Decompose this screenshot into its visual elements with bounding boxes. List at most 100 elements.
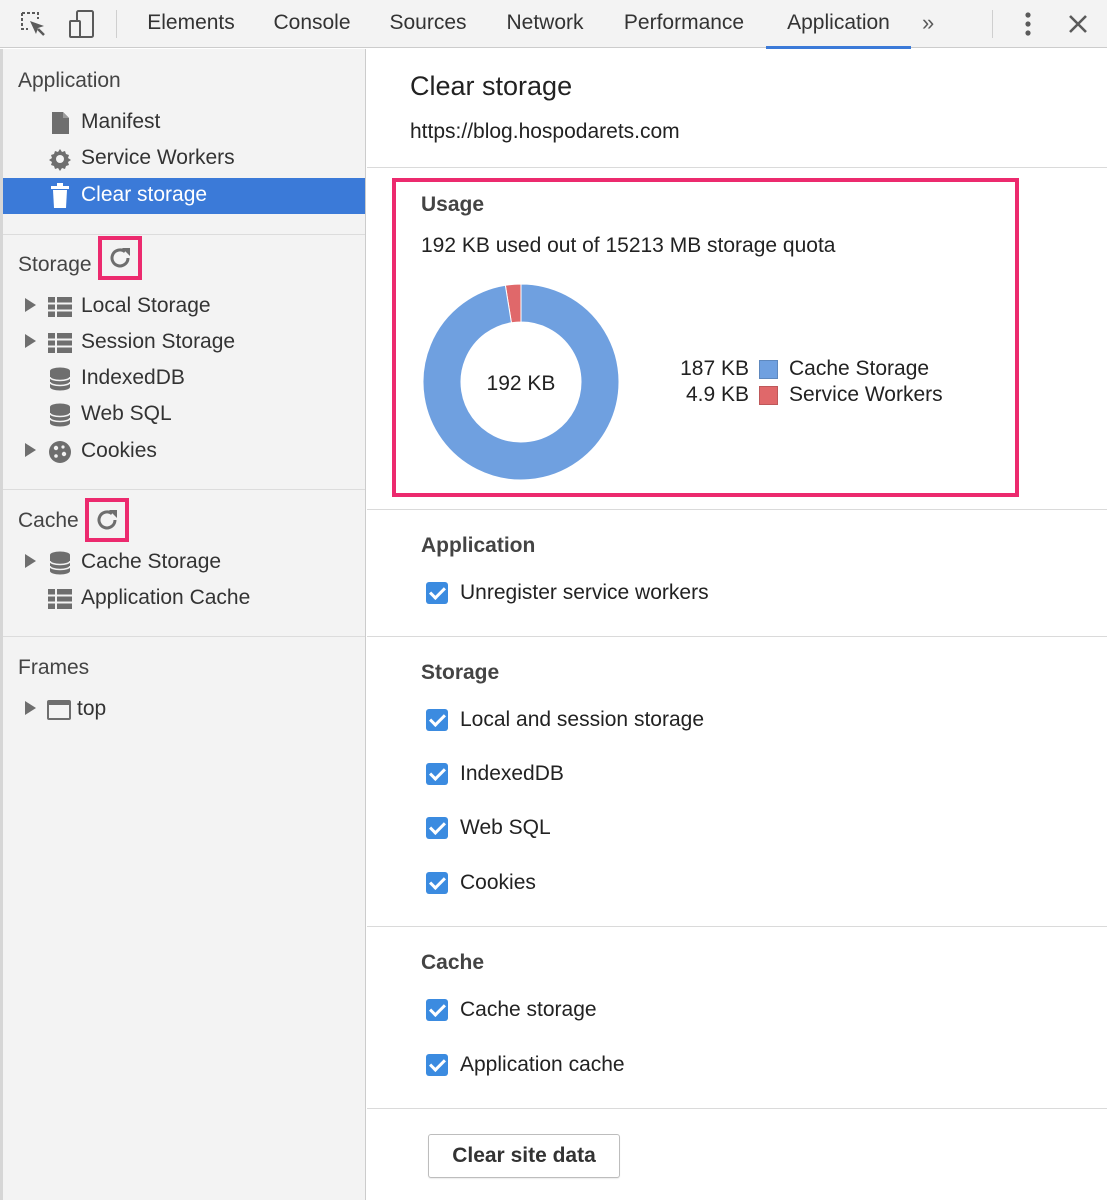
checkbox-label: Unregister service workers [460, 581, 709, 604]
donut-center-label: 192 KB [487, 372, 556, 395]
device-toolbar-icon[interactable] [66, 8, 98, 40]
legend-label-service-workers: Service Workers [789, 383, 943, 406]
toolbar-separator [992, 10, 993, 38]
sidebar-item-label: Service Workers [81, 146, 235, 169]
database-icon [48, 403, 72, 427]
checkbox-checked-icon[interactable] [426, 1054, 448, 1076]
checkbox-checked-icon[interactable] [426, 872, 448, 894]
cache-refresh-button[interactable] [85, 498, 129, 542]
page-title: Clear storage [410, 71, 573, 101]
tab-elements[interactable]: Elements [132, 0, 250, 48]
legend-label-cache-storage: Cache Storage [789, 357, 930, 380]
sidebar-section-frames: Frames [18, 656, 90, 679]
document-icon [48, 111, 72, 135]
web-sql-checkbox[interactable]: Web SQL [426, 813, 551, 843]
sidebar-item-web-sql[interactable]: Web SQL [3, 397, 365, 433]
inspect-element-icon[interactable] [17, 8, 49, 40]
clear-site-data-button[interactable]: Clear site data [428, 1134, 620, 1178]
expand-arrow-icon[interactable] [25, 554, 36, 568]
cookies-checkbox[interactable]: Cookies [426, 868, 536, 898]
tab-network[interactable]: Network [492, 0, 598, 48]
checkbox-label: Application cache [460, 1053, 625, 1076]
usage-donut-chart: 192 KB [422, 283, 620, 481]
sidebar-item-label: Application Cache [81, 586, 251, 609]
database-icon [48, 551, 72, 575]
section-divider [367, 167, 1107, 168]
indexeddb-checkbox[interactable]: IndexedDB [426, 759, 564, 789]
sidebar-section-cache: Cache [18, 509, 79, 532]
table-icon [48, 295, 72, 319]
database-icon [48, 367, 72, 391]
sidebar-item-label: IndexedDB [81, 366, 185, 389]
sidebar-item-label: Clear storage [81, 183, 208, 206]
section-divider [367, 636, 1107, 637]
legend-value-service-workers: 4.9 KB [685, 383, 749, 406]
sidebar-item-label: Session Storage [81, 330, 236, 353]
expand-arrow-icon[interactable] [25, 701, 36, 715]
frame-icon [47, 698, 71, 722]
sidebar-item-cookies[interactable]: Cookies [3, 434, 365, 470]
checkbox-label: Cache storage [460, 998, 597, 1021]
sidebar-section-storage: Storage [18, 253, 92, 276]
refresh-icon [97, 510, 117, 530]
more-tabs-icon[interactable]: » [922, 10, 934, 36]
kebab-menu-icon[interactable] [1012, 8, 1044, 40]
checkbox-checked-icon[interactable] [426, 582, 448, 604]
application-section-title: Application [421, 534, 536, 557]
close-icon[interactable] [1062, 8, 1094, 40]
sidebar-item-application-cache[interactable]: Application Cache [3, 581, 365, 617]
tab-console[interactable]: Console [260, 0, 364, 48]
sidebar-item-label: Local Storage [81, 294, 211, 317]
checkbox-checked-icon[interactable] [426, 817, 448, 839]
devtools-toolbar: Elements Console Sources Network Perform… [0, 0, 1107, 49]
sidebar-item-label: Manifest [81, 110, 161, 133]
sidebar-item-label: Web SQL [81, 402, 172, 425]
section-divider [367, 926, 1107, 927]
sidebar-item-service-workers[interactable]: Service Workers [3, 141, 365, 177]
sidebar-item-clear-storage[interactable]: Clear storage [3, 178, 365, 214]
sidebar-item-manifest[interactable]: Manifest [3, 105, 365, 141]
storage-section-title: Storage [421, 661, 500, 684]
storage-refresh-button[interactable] [98, 236, 142, 280]
usage-title: Usage [421, 193, 485, 216]
tab-application[interactable]: Application [766, 0, 911, 49]
checkbox-label: Cookies [460, 871, 536, 894]
sidebar: Application Manifest Service Workers Cle… [0, 49, 366, 1200]
expand-arrow-icon[interactable] [25, 298, 36, 312]
tab-performance[interactable]: Performance [610, 0, 758, 48]
trash-icon [48, 183, 72, 208]
application-cache-checkbox[interactable]: Application cache [426, 1050, 625, 1080]
expand-arrow-icon[interactable] [25, 443, 36, 457]
sidebar-item-label: top [77, 697, 107, 720]
origin-url: https://blog.hospodarets.com [410, 120, 680, 143]
cache-section-title: Cache [421, 951, 485, 974]
sidebar-divider [3, 234, 365, 235]
main-panel: Clear storage https://blog.hospodarets.c… [367, 49, 1107, 1200]
checkbox-checked-icon[interactable] [426, 999, 448, 1021]
legend-swatch-cache-storage [759, 360, 778, 379]
expand-arrow-icon[interactable] [25, 334, 36, 348]
usage-summary: 192 KB used out of 15213 MB storage quot… [421, 234, 836, 257]
refresh-icon [110, 248, 130, 268]
checkbox-checked-icon[interactable] [426, 763, 448, 785]
gear-icon [48, 147, 72, 171]
sidebar-divider [3, 489, 365, 490]
legend-swatch-service-workers [759, 386, 778, 405]
sidebar-item-indexeddb[interactable]: IndexedDB [3, 361, 365, 397]
unregister-service-workers-checkbox[interactable]: Unregister service workers [426, 578, 709, 608]
local-session-storage-checkbox[interactable]: Local and session storage [426, 705, 704, 735]
tab-sources[interactable]: Sources [376, 0, 480, 48]
legend-value-cache-storage: 187 KB [680, 357, 749, 380]
cache-storage-checkbox[interactable]: Cache storage [426, 995, 597, 1025]
sidebar-item-top-frame[interactable]: top [3, 692, 365, 728]
sidebar-item-local-storage[interactable]: Local Storage [3, 289, 365, 325]
sidebar-item-session-storage[interactable]: Session Storage [3, 325, 365, 361]
table-icon [48, 587, 72, 611]
checkbox-checked-icon[interactable] [426, 709, 448, 731]
sidebar-item-label: Cookies [81, 439, 157, 462]
checkbox-label: IndexedDB [460, 762, 564, 785]
table-icon [48, 331, 72, 355]
sidebar-item-cache-storage[interactable]: Cache Storage [3, 545, 365, 581]
section-divider [367, 1108, 1107, 1109]
cookie-icon [48, 440, 72, 464]
